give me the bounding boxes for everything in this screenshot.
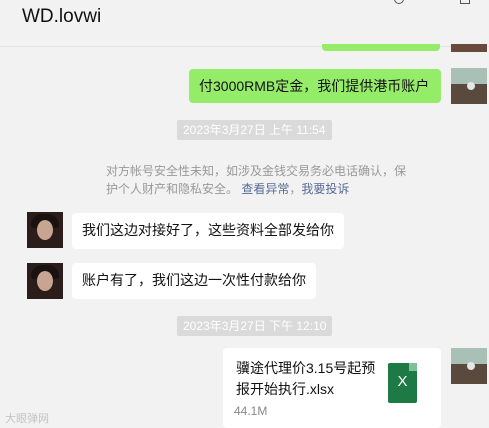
file-name: 骥途代理价3.15号起预报开始执行.xlsx [236, 360, 376, 397]
pin-icon[interactable] [394, 0, 404, 4]
excel-file-icon: X [388, 363, 417, 403]
excel-icon-letter: X [397, 373, 408, 390]
message-bubble-sent[interactable]: 付3000RMB定金，我们提供港币账户 [189, 69, 441, 103]
maximize-icon[interactable] [460, 0, 470, 4]
previous-message-bubble[interactable] [322, 44, 440, 51]
my-avatar[interactable] [451, 68, 487, 104]
my-avatar[interactable] [451, 348, 487, 384]
file-size: 44.1M [234, 404, 268, 418]
chat-title: WD.lovwi [22, 6, 102, 27]
chat-header: WD.lovwi [0, 0, 489, 47]
complaint-link[interactable]: 我要投诉 [301, 182, 349, 196]
security-notice: 对方帐号安全性未知，如涉及金钱交易务必电话确认，保护个人财产和隐私安全。 查看异… [106, 164, 407, 196]
timestamp: 2023年3月27日 上午 11:54 [177, 120, 332, 140]
watermark: 大眼弹网 [5, 413, 49, 425]
contact-avatar[interactable] [27, 263, 63, 299]
message-bubble-received[interactable]: 我们这边对接好了，这些资料全部发给你 [72, 213, 344, 249]
my-avatar-partial[interactable] [451, 44, 487, 52]
view-abnormal-link[interactable]: 查看异常 [241, 182, 289, 196]
file-message-card[interactable]: 骥途代理价3.15号起预报开始执行.xlsx 44.1M X [223, 348, 441, 428]
timestamp: 2023年3月27日 下午 12:10 [177, 316, 333, 336]
message-bubble-received[interactable]: 账户有了，我们这边一次性付款给你 [72, 263, 316, 299]
contact-avatar[interactable] [27, 212, 63, 248]
